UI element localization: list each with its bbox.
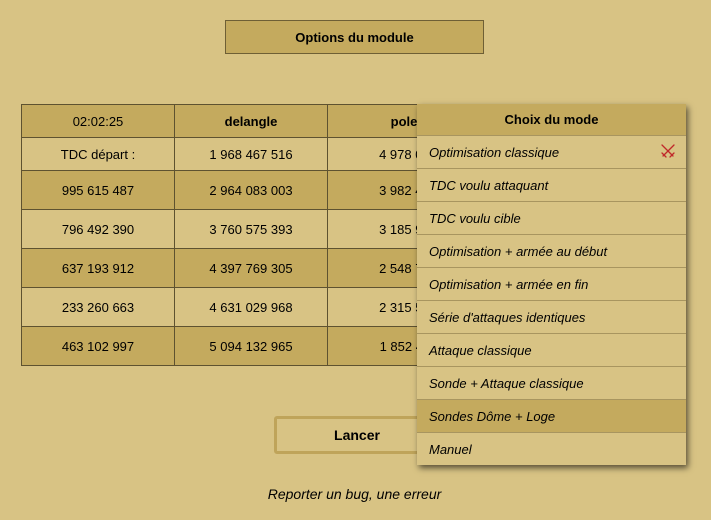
mode-item-tdc-voulu-attaquant[interactable]: TDC voulu attaquant: [417, 169, 686, 202]
crossed-swords-icon[interactable]: [660, 143, 676, 159]
options-module-button[interactable]: Options du module: [225, 20, 484, 54]
timer-cell: 02:02:25: [21, 104, 175, 138]
mode-item-label: TDC voulu attaquant: [429, 177, 549, 193]
mode-item-manuel[interactable]: Manuel: [417, 433, 686, 465]
table-cell: 4 397 769 305: [174, 248, 328, 288]
table-cell: 637 193 912: [21, 248, 175, 288]
mode-item-label: Optimisation classique: [429, 144, 560, 160]
table-cell: 4 631 029 968: [174, 287, 328, 327]
table-cell: 3 760 575 393: [174, 209, 328, 249]
mode-item-label: Manuel: [429, 441, 472, 457]
report-bug-link[interactable]: Reporter un bug, une erreur: [0, 486, 709, 502]
table-cell: 1 968 467 516: [174, 137, 328, 171]
mode-menu: Choix du mode Optimisation classique TDC…: [417, 104, 686, 465]
mode-item-label: Série d'attaques identiques: [429, 309, 586, 325]
table-cell: 2 964 083 003: [174, 170, 328, 210]
mode-item-label: Optimisation + armée au début: [429, 243, 608, 259]
module-page: Options du module 02:02:25 delangle pole…: [0, 0, 711, 520]
launch-button[interactable]: Lancer: [274, 416, 440, 454]
table-cell: 796 492 390: [21, 209, 175, 249]
mode-item-sondes-dome-loge[interactable]: Sondes Dôme + Loge: [417, 400, 686, 433]
mode-item-label: Attaque classique: [429, 342, 532, 358]
table-cell: 5 094 132 965: [174, 326, 328, 366]
table-cell: 233 260 663: [21, 287, 175, 327]
mode-item-label: Sonde + Attaque classique: [429, 375, 584, 391]
mode-item-sonde-attaque[interactable]: Sonde + Attaque classique: [417, 367, 686, 400]
table-cell: 995 615 487: [21, 170, 175, 210]
mode-item-optimisation-armee-fin[interactable]: Optimisation + armée en fin: [417, 268, 686, 301]
mode-item-label: Sondes Dôme + Loge: [429, 408, 556, 424]
row-label: TDC départ :: [21, 137, 175, 171]
mode-item-label: TDC voulu cible: [429, 210, 521, 226]
mode-item-label: Optimisation + armée en fin: [429, 276, 589, 292]
mode-item-serie-attaques[interactable]: Série d'attaques identiques: [417, 301, 686, 334]
table-cell: 463 102 997: [21, 326, 175, 366]
mode-item-optimisation-armee-debut[interactable]: Optimisation + armée au début: [417, 235, 686, 268]
mode-item-tdc-voulu-cible[interactable]: TDC voulu cible: [417, 202, 686, 235]
mode-item-optimisation-classique[interactable]: Optimisation classique: [417, 136, 686, 169]
mode-menu-title: Choix du mode: [417, 104, 686, 136]
column-header: delangle: [174, 104, 328, 138]
mode-item-attaque-classique[interactable]: Attaque classique: [417, 334, 686, 367]
